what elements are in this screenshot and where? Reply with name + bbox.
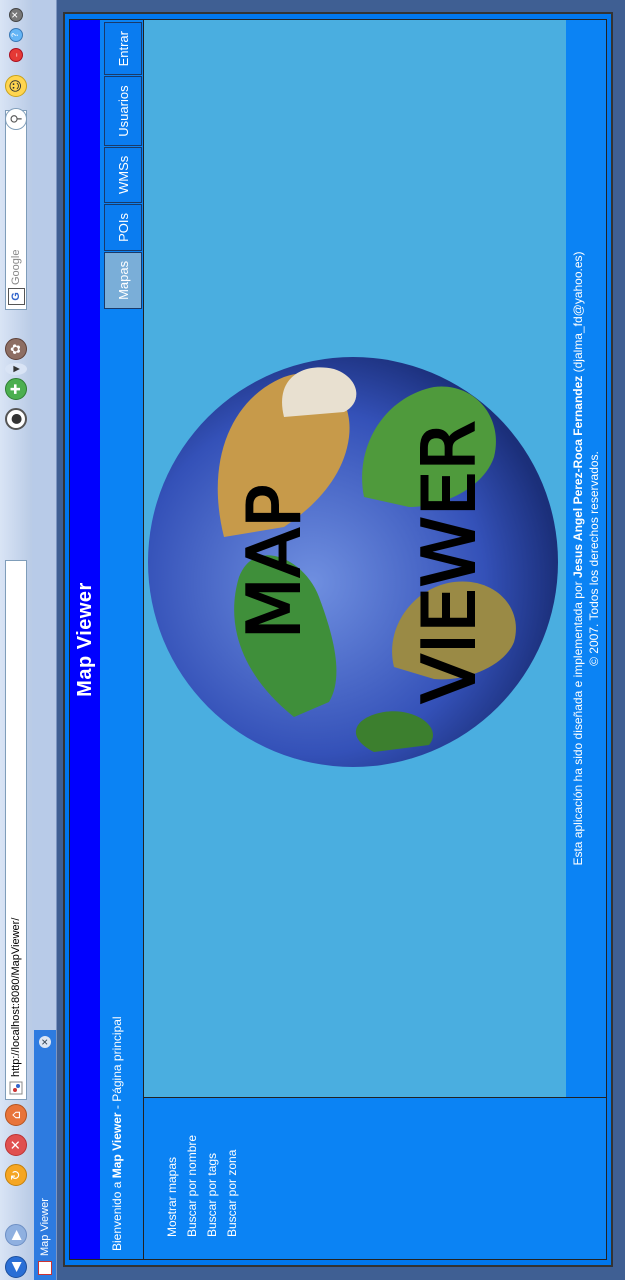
subheader: Bienvenido a Map Viewer - Página princip…: [100, 20, 144, 1259]
tab-favicon-icon: [38, 1261, 52, 1275]
app-frame: Map Viewer Bienvenido a Map Viewer - Pág…: [63, 12, 613, 1267]
close-window-icon[interactable]: ✕: [9, 8, 23, 22]
map-viewer-logo: MAP VIEWER: [148, 357, 558, 767]
sidebar-item-buscar-tags[interactable]: Buscar por tags: [202, 1135, 222, 1237]
dropdown-icon[interactable]: ▾: [5, 363, 27, 375]
tab-bar: Map Viewer ✕: [32, 0, 57, 1280]
nav-wmss[interactable]: WMSs: [104, 146, 142, 203]
footer-copyright: © 2007. Todos los derechos reservados.: [587, 451, 601, 666]
extension-icon[interactable]: ✚: [5, 378, 27, 400]
reload-icon[interactable]: ↻: [5, 1164, 27, 1186]
app-frame-inner: Map Viewer Bienvenido a Map Viewer - Pág…: [69, 19, 607, 1260]
back-button[interactable]: ◀: [5, 1256, 27, 1278]
forward-button[interactable]: ▶: [5, 1224, 27, 1246]
nav-mapas[interactable]: Mapas: [104, 251, 142, 309]
sidebar-menu: Mostrar mapas Buscar por nombre Buscar p…: [162, 1135, 242, 1237]
tab-title: Map Viewer: [39, 1198, 51, 1256]
welcome-app-name: Map Viewer: [110, 1112, 124, 1179]
footer-prefix: Esta aplicación ha sido diseñada e imple…: [571, 578, 585, 866]
nav-usuarios[interactable]: Usuarios: [104, 76, 142, 146]
stop-icon[interactable]: ✕: [5, 1134, 27, 1156]
url-text: http://localhost:8080/MapViewer/: [10, 917, 22, 1077]
sidebar-item-buscar-nombre[interactable]: Buscar por nombre: [182, 1135, 202, 1237]
tab-close-icon[interactable]: ✕: [39, 1036, 51, 1048]
logo-text-map: MAP: [232, 485, 316, 640]
footer-credits: Esta aplicación ha sido diseñada e imple…: [570, 20, 586, 1097]
welcome-message: Bienvenido a Map Viewer - Página princip…: [110, 1016, 124, 1251]
main-content: MAP VIEWER: [144, 20, 570, 1097]
footer-author: Jesus Angel Perez-Roca Fernandez: [571, 375, 585, 579]
home-icon[interactable]: ⌂: [5, 1104, 27, 1126]
page-title: Map Viewer: [70, 20, 100, 1259]
search-icon[interactable]: ⚲: [5, 108, 27, 130]
nav-pois[interactable]: POIs: [104, 203, 142, 251]
nav-entrar[interactable]: Entrar: [104, 22, 142, 76]
go-icon[interactable]: ●: [5, 408, 27, 430]
search-input[interactable]: G Google: [5, 110, 27, 310]
google-icon: G: [8, 288, 25, 305]
sidebar-item-buscar-zona[interactable]: Buscar por zona: [222, 1135, 242, 1237]
rotated-viewport: ◀ ▶ ↻ ✕ ⌂ http://localhost:8080/MapViewe…: [0, 0, 625, 1280]
block-icon[interactable]: –: [9, 48, 23, 62]
footer: Esta aplicación ha sido diseñada e imple…: [566, 20, 606, 1097]
browser-tab[interactable]: Map Viewer ✕: [34, 1030, 56, 1280]
search-placeholder: Google: [10, 249, 22, 285]
sidebar-item-mostrar-mapas[interactable]: Mostrar mapas: [162, 1135, 182, 1237]
footer-email[interactable]: (djalma_fd@yahoo.es): [571, 251, 585, 375]
welcome-prefix: Bienvenido a: [110, 1178, 124, 1251]
info-icon[interactable]: ?: [9, 28, 23, 42]
favicon-icon: [9, 1081, 23, 1095]
browser-toolbar: ◀ ▶ ↻ ✕ ⌂ http://localhost:8080/MapViewe…: [0, 0, 33, 1280]
address-bar[interactable]: http://localhost:8080/MapViewer/: [5, 560, 27, 1100]
smiley-icon[interactable]: ☺: [5, 75, 27, 97]
addon-icon[interactable]: ✿: [5, 338, 27, 360]
sidebar: Mostrar mapas Buscar por nombre Buscar p…: [144, 1097, 606, 1259]
main-nav: Entrar Usuarios WMSs POIs Mapas: [104, 22, 142, 309]
logo-text-viewer: VIEWER: [407, 421, 491, 704]
welcome-suffix: - Página principal: [110, 1016, 124, 1113]
globe-image: [148, 357, 558, 767]
page-viewport: Map Viewer Bienvenido a Map Viewer - Pág…: [57, 0, 625, 1280]
